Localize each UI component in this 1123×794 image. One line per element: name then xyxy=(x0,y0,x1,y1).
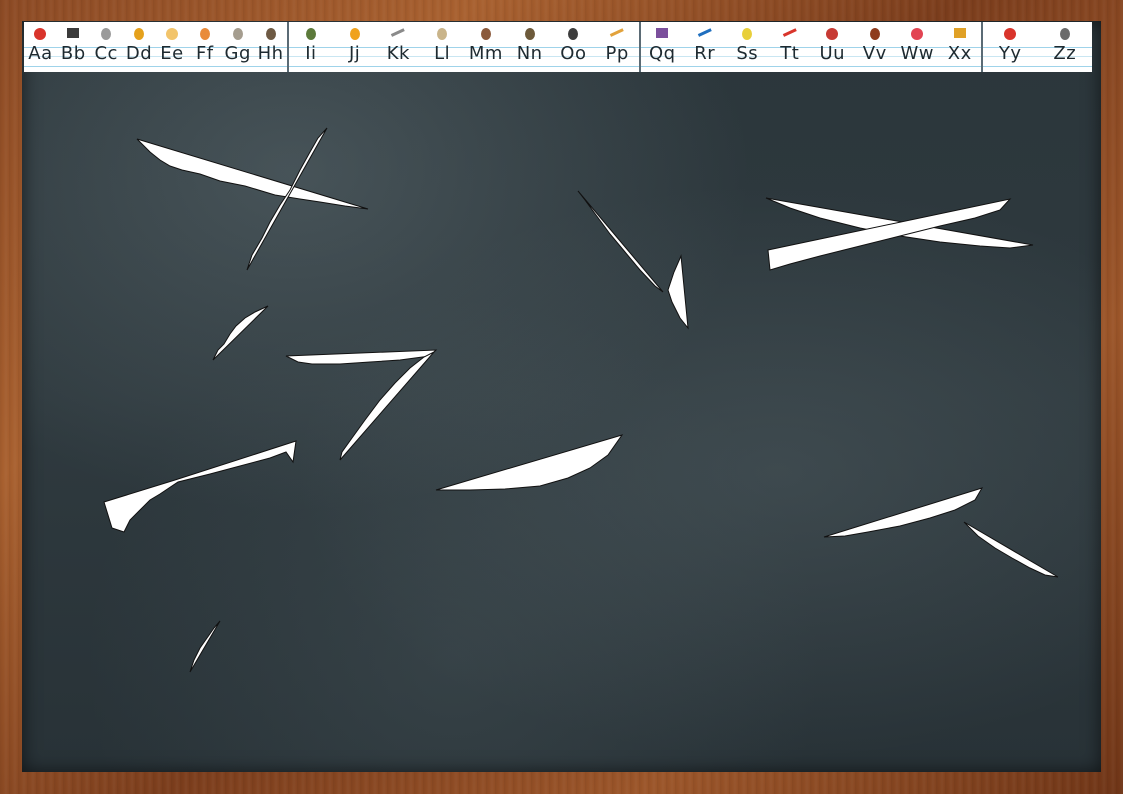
cat-icon xyxy=(97,25,115,41)
alphabet-letter-label: Dd xyxy=(125,43,153,64)
alphabet-letter-e: Ee xyxy=(156,22,189,72)
umbrella-icon xyxy=(823,25,841,41)
alphabet-letter-p: Pp xyxy=(595,22,639,72)
alphabet-letter-t: Tt xyxy=(769,22,812,72)
alphabet-letter-label: Cc xyxy=(94,43,118,64)
fish-bowl-icon xyxy=(196,25,214,41)
alphabet-letter-label: Uu xyxy=(819,43,846,64)
alphabet-letter-f: Ff xyxy=(188,22,221,72)
alphabet-letter-l: Ll xyxy=(420,22,464,72)
alphabet-segment-a-h: Aa Bb Cc Dd Ee Ff Gg Hh xyxy=(24,22,289,72)
alphabet-letter-g: Gg xyxy=(221,22,254,72)
ostrich-icon xyxy=(564,25,582,41)
alphabet-letter-b: Bb xyxy=(57,22,90,72)
alphabet-letter-w: Ww xyxy=(896,22,939,72)
alphabet-letter-n: Nn xyxy=(508,22,552,72)
alphabet-letter-label: Jj xyxy=(348,43,361,64)
alphabet-letter-label: Kk xyxy=(386,43,410,64)
magnifier-icon xyxy=(477,25,495,41)
alphabet-letter-label: Vv xyxy=(862,43,887,64)
alphabet-letter-o: Oo xyxy=(552,22,596,72)
alphabet-letter-label: Ff xyxy=(195,43,214,64)
alphabet-letter-d: Dd xyxy=(123,22,156,72)
alphabet-segment-y-z: Yy Zz xyxy=(983,22,1092,72)
alphabet-letter-label: Ii xyxy=(305,43,317,64)
alphabet-letter-label: Ee xyxy=(160,43,184,64)
zebra-icon xyxy=(1056,25,1074,41)
alphabet-strip: Aa Bb Cc Dd Ee Ff Gg Hh Ii Jj Kk Ll Mm Nn Oo Pp Qq Rr Ss… xyxy=(24,22,1092,72)
slippers-icon xyxy=(738,25,756,41)
horse-icon xyxy=(262,25,280,41)
alphabet-letter-label: Ww xyxy=(900,43,935,64)
alphabet-letter-m: Mm xyxy=(464,22,508,72)
alphabet-letter-label: Qq xyxy=(648,43,676,64)
alphabet-letter-k: Kk xyxy=(377,22,421,72)
alphabet-letter-label: Mm xyxy=(468,43,503,64)
alphabet-segment-i-p: Ii Jj Kk Ll Mm Nn Oo Pp xyxy=(289,22,641,72)
chalkboard-surface xyxy=(22,21,1101,772)
key-icon xyxy=(389,25,407,41)
alphabet-letter-label: Xx xyxy=(947,43,972,64)
alphabet-letter-z: Zz xyxy=(1038,22,1093,72)
yoyo-icon xyxy=(1001,25,1019,41)
alphabet-letter-label: Oo xyxy=(560,43,587,64)
quilt-icon xyxy=(653,25,671,41)
alphabet-letter-label: Hh xyxy=(257,43,284,64)
alphabet-letter-q: Qq xyxy=(641,22,684,72)
alphabet-letter-label: Nn xyxy=(516,43,543,64)
nest-icon xyxy=(521,25,539,41)
violin-icon xyxy=(866,25,884,41)
alphabet-segment-q-x: Qq Rr Ss Tt Uu Vv Ww Xx xyxy=(641,22,983,72)
alphabet-letter-a: Aa xyxy=(24,22,57,72)
alphabet-letter-label: Tt xyxy=(780,43,800,64)
jacket-icon xyxy=(346,25,364,41)
duck-icon xyxy=(130,25,148,41)
watermelon-icon xyxy=(908,25,926,41)
alphabet-letter-label: Gg xyxy=(224,43,251,64)
alphabet-letter-label: Rr xyxy=(694,43,716,64)
ruler-icon xyxy=(696,25,714,41)
alphabet-letter-label: Ss xyxy=(736,43,759,64)
alphabet-letter-v: Vv xyxy=(854,22,897,72)
alphabet-letter-label: Yy xyxy=(998,43,1022,64)
alphabet-letter-label: Zz xyxy=(1053,43,1077,64)
xylophone-icon xyxy=(951,25,969,41)
alphabet-letter-label: Ll xyxy=(434,43,451,64)
alphabet-letter-s: Ss xyxy=(726,22,769,72)
book-icon xyxy=(64,25,82,41)
eggs-icon xyxy=(163,25,181,41)
lamp-icon xyxy=(433,25,451,41)
alphabet-letter-h: Hh xyxy=(254,22,287,72)
alphabet-letter-j: Jj xyxy=(333,22,377,72)
alphabet-letter-r: Rr xyxy=(684,22,727,72)
pencils-icon xyxy=(608,25,626,41)
insect-icon xyxy=(302,25,320,41)
alphabet-letter-u: Uu xyxy=(811,22,854,72)
alphabet-letter-c: Cc xyxy=(90,22,123,72)
alphabet-letter-x: Xx xyxy=(939,22,982,72)
alphabet-letter-i: Ii xyxy=(289,22,333,72)
alphabet-letter-label: Pp xyxy=(605,43,629,64)
apple-icon xyxy=(31,25,49,41)
alphabet-letter-label: Aa xyxy=(28,43,53,64)
goat-icon xyxy=(229,25,247,41)
alphabet-letter-label: Bb xyxy=(60,43,86,64)
alphabet-letter-y: Yy xyxy=(983,22,1038,72)
toothbrush-icon xyxy=(781,25,799,41)
